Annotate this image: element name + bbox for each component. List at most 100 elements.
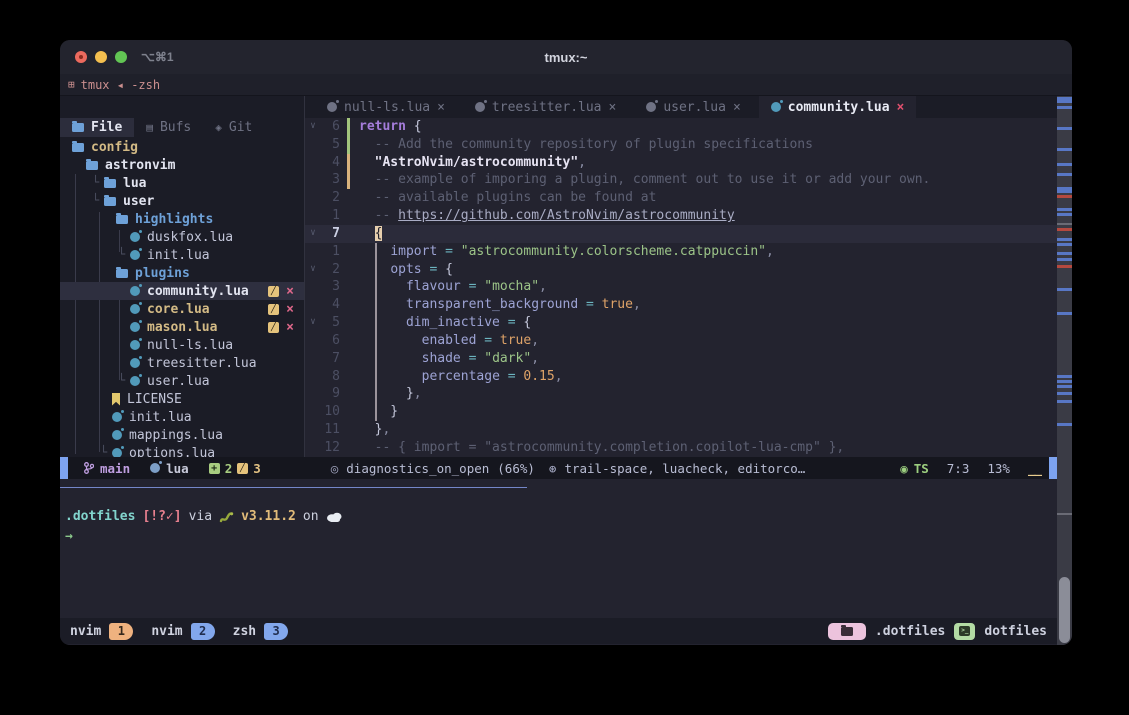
- scroll-mark: [1057, 258, 1072, 261]
- line-number: 6: [321, 332, 347, 350]
- tab-file[interactable]: File: [60, 118, 134, 137]
- line-number: 11: [321, 421, 347, 439]
- titlebar[interactable]: ⌥⌘1 tmux:~: [60, 40, 1072, 74]
- close-icon[interactable]: ×: [286, 320, 294, 335]
- line-number: 2: [321, 189, 347, 207]
- git-sign: [347, 385, 350, 403]
- git-branch-segment[interactable]: main: [84, 461, 130, 476]
- code-line: 12 -- { import = "astrocommunity.complet…: [305, 439, 1057, 457]
- tree-item[interactable]: highlights: [60, 210, 304, 228]
- close-icon[interactable]: ×: [286, 284, 294, 299]
- buffer-tab-label: treesitter.lua: [492, 100, 602, 115]
- folder-icon: [104, 179, 116, 188]
- close-icon[interactable]: ×: [437, 100, 445, 115]
- scroll-mark: [1057, 265, 1072, 268]
- git-sign: [347, 154, 350, 172]
- code-segment: =: [461, 279, 484, 294]
- buffer-tab[interactable]: user.lua×: [634, 96, 752, 118]
- fold-icon[interactable]: ∨: [305, 118, 321, 136]
- code-line: 4 transparent_background = true,: [305, 296, 1057, 314]
- added-count: 2: [225, 461, 233, 476]
- lua-icon: [130, 340, 140, 350]
- tree-item[interactable]: astronvim: [60, 156, 304, 174]
- zsh-pane[interactable]: .dotfiles [!?✓] via v3.11.2 on →: [60, 479, 1057, 618]
- code-line: 1 -- https://github.com/AstroNvim/astroc…: [305, 207, 1057, 225]
- fold-icon: [305, 243, 321, 261]
- tmux-window-2[interactable]: nvim2: [151, 623, 214, 640]
- tree-item[interactable]: duskfox.lua: [60, 228, 304, 246]
- prompt-via: via: [189, 509, 212, 524]
- fold-icon: [305, 189, 321, 207]
- code-text: dim_inactive = {: [359, 314, 531, 332]
- added-icon: +: [209, 463, 220, 474]
- pane-border: [60, 487, 527, 488]
- line-number: 9: [321, 385, 347, 403]
- close-icon[interactable]: ×: [286, 302, 294, 317]
- treesitter-label: TS: [914, 461, 929, 476]
- close-icon[interactable]: ×: [609, 100, 617, 115]
- close-icon[interactable]: ×: [897, 100, 905, 115]
- scroll-mark: [1057, 148, 1072, 151]
- code-line: 3 flavour = "mocha",: [305, 278, 1057, 296]
- code-segment: [359, 297, 406, 312]
- tree-item[interactable]: init.lua: [60, 408, 304, 426]
- tree-item[interactable]: community.lua╱×: [60, 282, 304, 300]
- buffer-tab[interactable]: community.lua×: [759, 96, 917, 118]
- code-line: ∨7 {: [305, 225, 1057, 243]
- tree-item[interactable]: └options.lua: [60, 444, 304, 457]
- diagnostics-icon: ◎: [331, 461, 339, 476]
- tree-item[interactable]: config: [60, 138, 304, 156]
- close-icon[interactable]: ×: [733, 100, 741, 115]
- statusline: main lua + 2 ╱ 3 ◎ diagnostics_on_open (…: [60, 457, 1057, 479]
- zoom-window-button[interactable]: [115, 51, 127, 63]
- tmux-window-3[interactable]: zsh3: [233, 623, 288, 640]
- file-tree: configastronvim└lua└userhighlightsduskfo…: [60, 138, 304, 457]
- tree-item[interactable]: null-ls.lua: [60, 336, 304, 354]
- git-sign: [347, 278, 350, 296]
- changed-icon: ╱: [237, 463, 248, 474]
- fold-icon[interactable]: ∨: [305, 261, 321, 279]
- folder-icon: [841, 627, 853, 636]
- fold-icon[interactable]: ∨: [305, 225, 321, 243]
- lua-icon: [130, 286, 140, 296]
- tree-item[interactable]: core.lua╱×: [60, 300, 304, 318]
- tree-item[interactable]: LICENSE: [60, 390, 304, 408]
- scroll-mark: [1057, 380, 1072, 383]
- code-segment: ,: [382, 422, 390, 437]
- fold-icon[interactable]: ∨: [305, 314, 321, 332]
- line-number: 6: [321, 118, 347, 136]
- tree-item[interactable]: └user: [60, 192, 304, 210]
- buffer-tab[interactable]: treesitter.lua ×: [463, 96, 628, 118]
- line-number: 2: [321, 261, 347, 279]
- close-window-button[interactable]: [75, 51, 87, 63]
- tree-item[interactable]: └user.lua: [60, 372, 304, 390]
- code-segment: =: [578, 297, 601, 312]
- tab-bufs[interactable]: ▤ Bufs: [134, 118, 203, 137]
- scrollbar[interactable]: [1057, 96, 1072, 645]
- code-text: transparent_background = true,: [359, 296, 641, 314]
- tab-git[interactable]: ◈ Git: [203, 118, 264, 137]
- git-sign: [347, 439, 350, 457]
- tab-file-label: File: [91, 120, 122, 135]
- tree-item[interactable]: └lua: [60, 174, 304, 192]
- tree-item[interactable]: mappings.lua: [60, 426, 304, 444]
- minimize-window-button[interactable]: [95, 51, 107, 63]
- tree-item-label: user: [123, 194, 154, 209]
- lua-icon: [130, 232, 140, 242]
- tmux-session-tab[interactable]: ⊞ tmux ◂ -zsh: [60, 74, 1072, 96]
- code-segment: ,: [766, 244, 774, 259]
- fold-icon: [305, 332, 321, 350]
- code-segment: -- available plugins can be found at: [359, 190, 656, 205]
- tree-item[interactable]: └init.lua: [60, 246, 304, 264]
- tmux-window-1[interactable]: nvim1: [70, 623, 133, 640]
- code-segment: {: [445, 262, 453, 277]
- cloud-icon: [326, 511, 343, 522]
- scroll-mark: [1057, 213, 1072, 216]
- code-line: 3 -- example of imporing a plugin, comme…: [305, 171, 1057, 189]
- tree-item[interactable]: treesitter.lua: [60, 354, 304, 372]
- scrollbar-thumb[interactable]: [1059, 577, 1070, 643]
- code-area[interactable]: ∨6return {5 -- Add the community reposit…: [305, 118, 1057, 457]
- tree-item[interactable]: mason.lua╱×: [60, 318, 304, 336]
- tree-item[interactable]: plugins: [60, 264, 304, 282]
- buffer-tab[interactable]: null-ls.lua×: [315, 96, 457, 118]
